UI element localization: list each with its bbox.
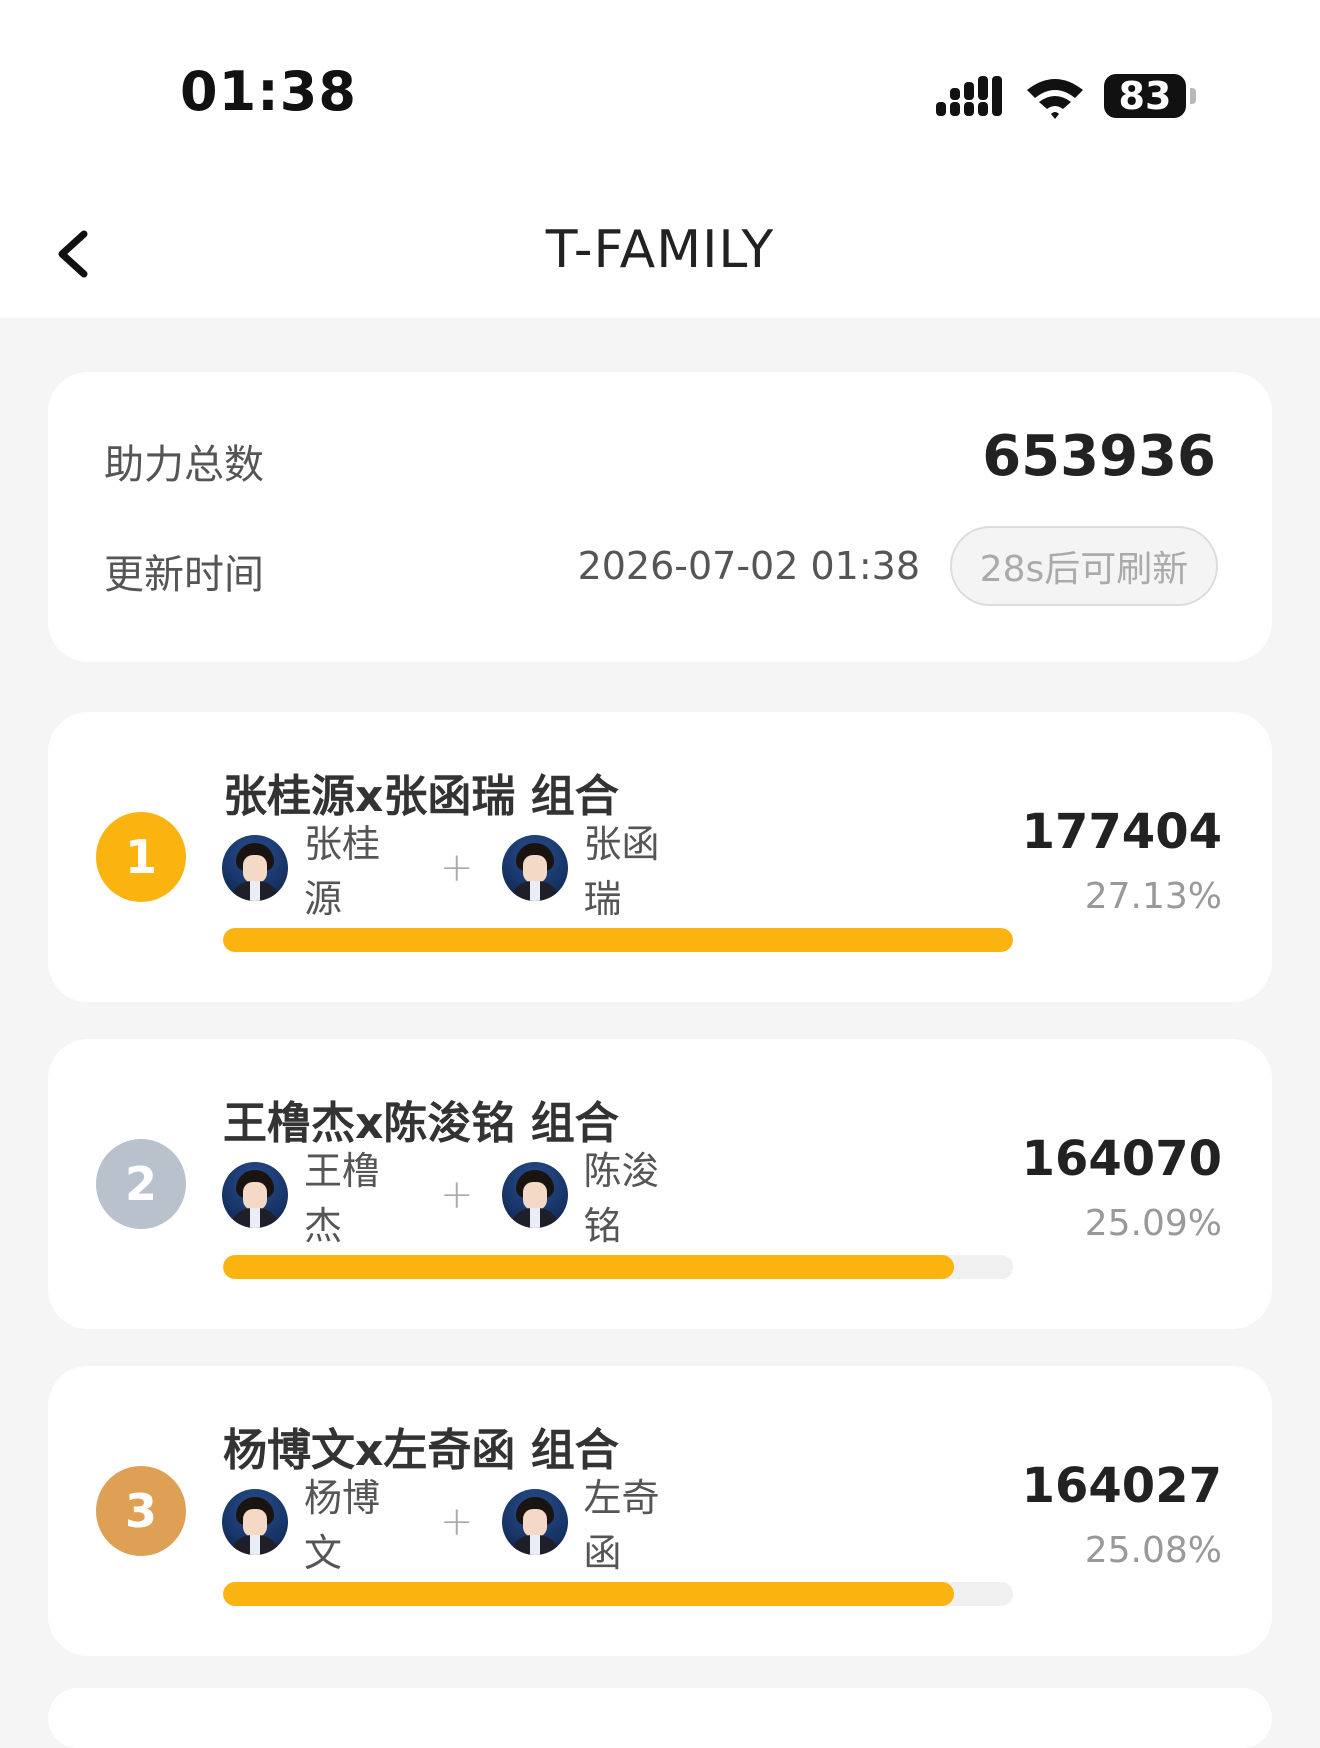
battery-level: 83 xyxy=(1118,74,1172,118)
total-label: 助力总数 xyxy=(104,442,264,488)
avatar[interactable] xyxy=(501,835,568,901)
refresh-button[interactable]: 28s后可刷新 xyxy=(950,526,1218,606)
wifi-icon xyxy=(1027,79,1083,119)
vote-count: 177404 xyxy=(1021,804,1222,860)
member-name: 张函瑞 xyxy=(583,822,660,921)
progress-bar xyxy=(223,1582,1013,1606)
nav-bar: T-FAMILY xyxy=(0,190,1320,318)
update-label: 更新时间 xyxy=(104,552,264,598)
battery-icon: 83 xyxy=(1104,74,1186,118)
rank-card[interactable]: 2 王橹杰x陈浚铭 组合 王橹杰 + 陈浚铭 164070 25.09% xyxy=(48,1039,1272,1329)
status-time: 01:38 xyxy=(180,60,357,123)
plus-icon: + xyxy=(440,1172,474,1218)
member-row: 杨博文 + 左奇函 xyxy=(222,1476,696,1575)
avatar[interactable] xyxy=(501,1489,568,1555)
member-name: 杨博文 xyxy=(304,1476,381,1575)
signal-icon xyxy=(936,76,1002,116)
rank-card[interactable]: 3 杨博文x左奇函 组合 杨博文 + 左奇函 164027 25.08% xyxy=(48,1366,1272,1656)
progress-fill xyxy=(223,928,1013,952)
vote-count: 164027 xyxy=(1021,1458,1222,1514)
group-name: 王橹杰x陈浚铭 组合 xyxy=(223,1098,619,1149)
rank-card-partial xyxy=(48,1688,1272,1748)
total-value: 653936 xyxy=(982,424,1216,489)
avatar[interactable] xyxy=(222,1489,288,1555)
progress-bar xyxy=(223,928,1013,952)
progress-fill xyxy=(223,1582,954,1606)
plus-icon: + xyxy=(440,1499,474,1545)
vote-percent: 25.08% xyxy=(1084,1530,1222,1571)
vote-percent: 27.13% xyxy=(1084,876,1222,917)
summary-card: 助力总数 653936 更新时间 2026-07-02 01:38 28s后可刷… xyxy=(48,372,1272,662)
member-row: 张桂源 + 张函瑞 xyxy=(222,822,696,921)
page-title: T-FAMILY xyxy=(545,220,775,280)
rank-badge: 2 xyxy=(96,1139,186,1229)
group-name: 杨博文x左奇函 组合 xyxy=(223,1425,619,1476)
status-bar: 01:38 83 xyxy=(0,0,1320,190)
avatar[interactable] xyxy=(501,1162,568,1228)
rank-badge: 3 xyxy=(96,1466,186,1556)
vote-count: 164070 xyxy=(1021,1131,1222,1187)
battery-cap xyxy=(1190,88,1196,104)
member-row: 王橹杰 + 陈浚铭 xyxy=(222,1149,696,1248)
plus-icon: + xyxy=(440,845,474,891)
rank-badge: 1 xyxy=(96,812,186,902)
member-name: 陈浚铭 xyxy=(583,1149,660,1248)
rank-card[interactable]: 1 张桂源x张函瑞 组合 张桂源 + 张函瑞 177404 27.13% xyxy=(48,712,1272,1002)
group-name: 张桂源x张函瑞 组合 xyxy=(223,771,619,822)
progress-bar xyxy=(223,1255,1013,1279)
avatar[interactable] xyxy=(222,835,288,901)
member-name: 左奇函 xyxy=(583,1476,660,1575)
member-name: 张桂源 xyxy=(304,822,381,921)
update-time: 2026-07-02 01:38 xyxy=(577,544,920,588)
member-name: 王橹杰 xyxy=(304,1149,381,1248)
vote-percent: 25.09% xyxy=(1084,1203,1222,1244)
progress-fill xyxy=(223,1255,954,1279)
avatar[interactable] xyxy=(222,1162,288,1228)
